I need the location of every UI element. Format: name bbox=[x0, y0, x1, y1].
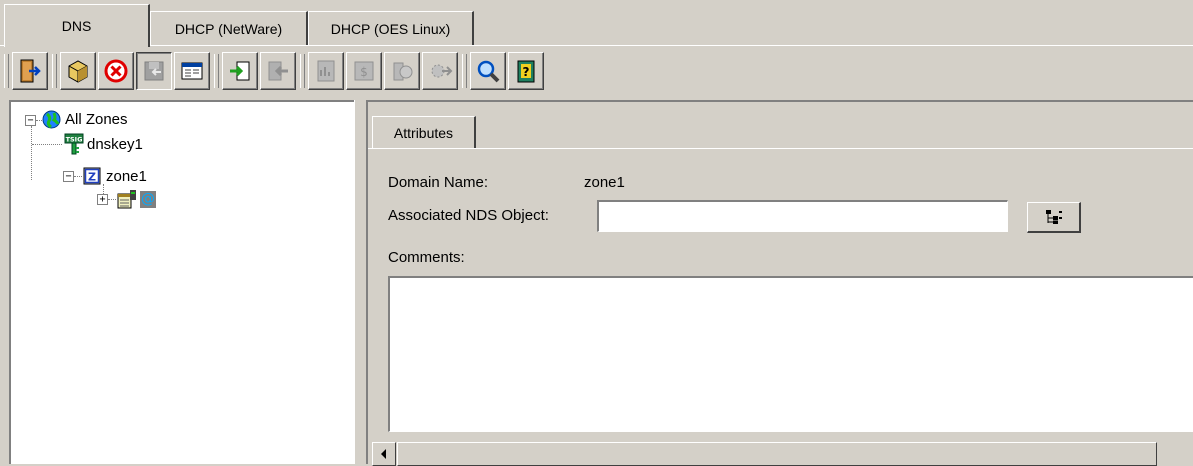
help-icon: ? bbox=[517, 60, 535, 83]
tree-connector bbox=[108, 199, 116, 201]
at-sign-icon: @ bbox=[140, 190, 156, 208]
view-details-button[interactable] bbox=[174, 52, 210, 90]
resource-record-set-icon bbox=[117, 190, 136, 209]
report-icon bbox=[317, 60, 335, 82]
details-panel: Attributes Domain Name: zone1 Associated… bbox=[366, 100, 1193, 466]
globe-icon bbox=[42, 110, 61, 128]
start-server-icon bbox=[393, 62, 413, 81]
save-icon bbox=[144, 61, 164, 81]
zone-icon: Z bbox=[83, 167, 101, 185]
tree-node-zone1[interactable]: Z zone1 bbox=[83, 166, 147, 186]
zone-tree[interactable]: − All Zones TSIG dnskey1 − Z zone1 + @ bbox=[9, 100, 354, 464]
help-button[interactable]: ? bbox=[508, 52, 544, 90]
delete-icon bbox=[104, 59, 128, 83]
toolbar-separator bbox=[300, 54, 305, 88]
tree-node-zone1-records[interactable]: @ bbox=[117, 189, 156, 209]
tab-attributes-label: Attributes bbox=[393, 124, 454, 141]
create-object-icon bbox=[68, 60, 88, 83]
browse-nds-object-button[interactable] bbox=[1027, 202, 1081, 233]
collapse-toggle-zone1[interactable]: − bbox=[63, 171, 74, 182]
collapse-toggle-all-zones[interactable]: − bbox=[25, 115, 36, 126]
scrollbar-thumb[interactable] bbox=[397, 442, 1157, 466]
tree-node-dnskey1[interactable]: TSIG dnskey1 bbox=[64, 133, 143, 155]
attributes-tab-divider bbox=[368, 148, 1193, 149]
comments-label: Comments: bbox=[388, 249, 465, 266]
tab-dns[interactable]: DNS bbox=[4, 4, 150, 47]
arrow-left-icon bbox=[381, 449, 386, 459]
audit-icon: $ bbox=[354, 61, 374, 81]
tab-dhcp-oes-linux-label: DHCP (OES Linux) bbox=[330, 20, 451, 37]
toolbar-grip bbox=[4, 54, 9, 88]
tree-node-zone1-label: zone1 bbox=[106, 167, 147, 185]
export-button[interactable] bbox=[260, 52, 296, 90]
nds-object-input[interactable] bbox=[597, 200, 1008, 232]
server-service-icon bbox=[431, 64, 453, 78]
view-details-icon bbox=[181, 62, 203, 80]
tab-dhcp-netware-label: DHCP (NetWare) bbox=[174, 20, 283, 37]
toolbar-separator bbox=[214, 54, 219, 88]
exit-door-icon bbox=[20, 59, 41, 83]
tree-connector bbox=[31, 126, 33, 180]
import-button[interactable] bbox=[222, 52, 258, 90]
toolbar: $ ? bbox=[0, 48, 1193, 96]
tab-strip-divider bbox=[0, 45, 1193, 46]
tree-connector bbox=[103, 184, 105, 194]
comments-textarea[interactable] bbox=[388, 276, 1193, 432]
tab-attributes[interactable]: Attributes bbox=[372, 116, 476, 148]
scroll-left-button[interactable] bbox=[372, 442, 396, 466]
svg-text:$: $ bbox=[360, 65, 368, 79]
delete-button[interactable] bbox=[98, 52, 134, 90]
import-icon bbox=[230, 61, 250, 81]
search-button[interactable] bbox=[470, 52, 506, 90]
svg-text:?: ? bbox=[523, 65, 530, 79]
svg-text:TSIG: TSIG bbox=[66, 136, 83, 144]
tree-node-all-zones[interactable]: All Zones bbox=[42, 109, 128, 129]
expand-toggle-zone1-records[interactable]: + bbox=[97, 194, 108, 205]
tree-node-all-zones-label: All Zones bbox=[65, 110, 128, 128]
exit-button[interactable] bbox=[12, 52, 48, 90]
tree-node-dnskey1-label: dnskey1 bbox=[87, 135, 143, 153]
svg-text:Z: Z bbox=[88, 171, 96, 184]
horizontal-scrollbar[interactable] bbox=[372, 442, 1193, 466]
search-icon bbox=[477, 60, 500, 83]
tsig-key-icon: TSIG bbox=[64, 133, 84, 155]
toolbar-separator bbox=[52, 54, 57, 88]
nds-object-label: Associated NDS Object: bbox=[388, 207, 549, 224]
save-button[interactable] bbox=[136, 52, 172, 90]
report-button[interactable] bbox=[308, 52, 344, 90]
tab-dns-label: DNS bbox=[61, 18, 92, 34]
toolbar-separator bbox=[462, 54, 467, 88]
start-server-button[interactable] bbox=[384, 52, 420, 90]
export-icon bbox=[268, 61, 288, 81]
server-service-button[interactable] bbox=[422, 52, 458, 90]
audit-button[interactable]: $ bbox=[346, 52, 382, 90]
tab-dhcp-netware[interactable]: DHCP (NetWare) bbox=[150, 11, 308, 45]
tree-connector bbox=[74, 176, 82, 178]
tree-connector bbox=[32, 144, 62, 146]
browse-tree-icon bbox=[1045, 210, 1062, 224]
create-button[interactable] bbox=[60, 52, 96, 90]
domain-name-value: zone1 bbox=[584, 174, 625, 191]
tab-strip: DNS DHCP (NetWare) DHCP (OES Linux) bbox=[0, 0, 1193, 47]
domain-name-label: Domain Name: bbox=[388, 174, 489, 191]
tab-dhcp-oes-linux[interactable]: DHCP (OES Linux) bbox=[308, 11, 474, 45]
